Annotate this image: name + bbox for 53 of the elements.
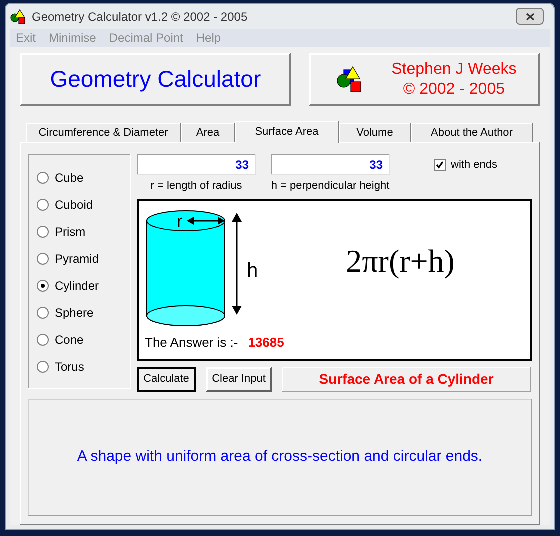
close-button[interactable] [516,8,544,25]
copyright-text: © 2002 - 2005 [403,80,505,100]
shapes-icon [10,8,26,24]
tab[interactable]: Area [181,123,235,142]
shape-radio[interactable]: Prism [37,224,130,240]
radio-label: Sphere [55,305,94,322]
radio-button[interactable] [37,280,49,292]
app-heading: Geometry Calculator [50,65,262,94]
answer-label: The Answer is :- [145,334,238,352]
shape-radio[interactable]: Cuboid [37,197,130,213]
close-icon [526,12,534,20]
radio-button[interactable] [37,334,49,346]
tab[interactable]: Surface Area [235,121,339,143]
shape-radio[interactable]: Cone [37,332,130,348]
radio-label: Cylinder [55,278,100,295]
clear-input-button[interactable]: Clear Input [206,366,272,392]
shape-radio[interactable]: Cube [37,170,130,186]
shapes-logo-icon [336,66,362,94]
radio-label: Prism [55,224,86,241]
shape-radio[interactable]: Torus [37,359,130,375]
field-caption: h = perpendicular height [271,179,390,194]
shape-radio[interactable]: Sphere [37,305,130,321]
checkmark-icon [436,161,444,170]
number-field[interactable]: 33 [137,154,256,175]
height-label: h [247,258,258,284]
tab[interactable]: Volume [339,123,411,142]
shape-radio[interactable]: Cylinder [37,278,130,294]
formula-text: 2πr(r+h) [346,242,455,281]
tab[interactable]: About the Author [411,123,533,142]
radio-button[interactable] [37,172,49,184]
radio-button[interactable] [37,307,49,319]
description-text: A shape with uniform area of cross-section and circular ends. [77,446,483,467]
radio-button[interactable] [37,199,49,211]
radio-label: Torus [55,359,84,376]
radio-button[interactable] [37,253,49,265]
tab[interactable]: Circumference & Diameter [26,123,181,142]
with-ends-checkbox[interactable]: with ends [434,157,498,174]
result-title: Surface Area of a Cylinder [282,366,531,392]
field-caption: r = length of radius [150,179,242,194]
answer-value: 13685 [248,334,284,352]
radio-button[interactable] [37,361,49,373]
shape-radio[interactable]: Pyramid [37,251,130,267]
author-name: Stephen J Weeks [392,60,517,80]
cylinder-drawing: r [145,208,227,328]
checkbox[interactable] [434,159,446,172]
radio-label: Cube [55,170,84,187]
window-title: Geometry Calculator v1.2 © 2002 - 2005 [32,8,248,26]
radio-button[interactable] [37,226,49,238]
radio-label: Cone [55,332,84,349]
radio-label: Pyramid [55,251,100,268]
radio-label: Cuboid [55,197,94,214]
number-field[interactable]: 33 [271,154,390,175]
calculate-button[interactable]: Calculate [137,366,196,392]
